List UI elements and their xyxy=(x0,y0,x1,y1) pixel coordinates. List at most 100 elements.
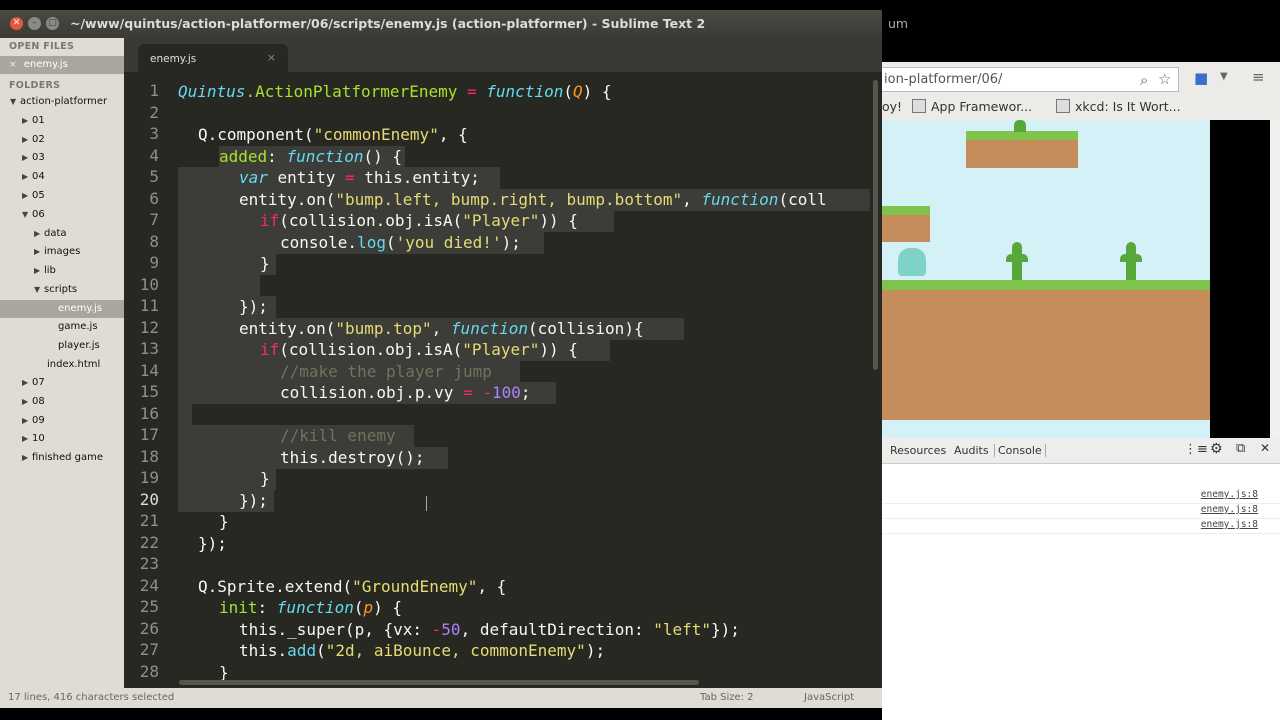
folder-label: lib xyxy=(44,265,56,276)
code-line-21: } xyxy=(219,512,229,531)
file-game-js[interactable]: game.js xyxy=(58,318,98,336)
token: (collision.obj.isA( xyxy=(279,340,463,359)
line-number: 15 xyxy=(139,382,159,401)
folder-data[interactable]: ▶ data xyxy=(34,225,67,243)
window-title: ~/www/quintus/action-platformer/06/scrip… xyxy=(70,16,706,31)
file-player-js[interactable]: player.js xyxy=(58,337,100,355)
search-icon[interactable]: ⌕ xyxy=(1140,69,1148,92)
file-index-html[interactable]: index.html xyxy=(47,356,100,374)
scrollbar-thumb[interactable] xyxy=(873,80,878,370)
folders-header: FOLDERS xyxy=(9,80,61,91)
folder-08[interactable]: ▶ 08 xyxy=(22,393,45,411)
token: "left" xyxy=(653,620,712,639)
line-number: 10 xyxy=(139,275,159,294)
minimize-window-button[interactable]: – xyxy=(28,17,41,30)
folder-label: 09 xyxy=(32,415,45,426)
source-link[interactable]: enemy.js:8 xyxy=(1201,504,1258,515)
line-number-gutter: 1 2 3 4 5 6 7 8 9 10 11 12 13 14 15 16 1… xyxy=(124,72,172,688)
token: "2d, aiBounce, commonEnemy" xyxy=(325,641,586,660)
tab-enemy-js[interactable]: enemy.js × xyxy=(138,44,288,72)
line-number-current: 20 xyxy=(139,490,159,509)
chevron-down-icon[interactable]: ▼ xyxy=(1220,71,1228,82)
token: = xyxy=(467,82,477,101)
chevron-right-icon: ▶ xyxy=(22,135,29,144)
star-icon[interactable]: ☆ xyxy=(1158,68,1171,91)
file-enemy-js[interactable]: enemy.js xyxy=(0,300,124,318)
folder-03[interactable]: ▶ 03 xyxy=(22,149,45,167)
token: , defaultDirection: xyxy=(460,620,654,639)
source-link[interactable]: enemy.js:8 xyxy=(1201,519,1258,530)
page-scrollbar[interactable] xyxy=(1270,120,1280,438)
menu-icon[interactable]: ≡ xyxy=(1252,68,1265,86)
folder-06[interactable]: ▼ 06 xyxy=(22,206,45,224)
token: .ActionPlatformerEnemy xyxy=(245,82,467,101)
syntax-setting[interactable]: JavaScript xyxy=(804,692,854,703)
folder-02[interactable]: ▶ 02 xyxy=(22,131,45,149)
code-line-17: //kill enemy xyxy=(280,426,396,445)
close-icon[interactable]: ✕ xyxy=(1260,441,1270,455)
scrollbar-thumb[interactable] xyxy=(179,680,699,685)
token: ) { xyxy=(582,82,612,101)
chevron-right-icon: ▶ xyxy=(22,397,29,406)
folder-images[interactable]: ▶ images xyxy=(34,243,80,261)
code-line-11: }); xyxy=(239,296,268,318)
folder-09[interactable]: ▶ 09 xyxy=(22,412,45,430)
line-number: 22 xyxy=(139,533,159,552)
maximize-window-button[interactable]: □ xyxy=(46,17,59,30)
token: var xyxy=(239,168,268,187)
token: "GroundEnemy" xyxy=(352,577,478,596)
code-line-12: entity.on("bump.top", function(collision… xyxy=(239,318,644,340)
vertical-scrollbar[interactable] xyxy=(872,72,880,688)
close-window-button[interactable]: ✕ xyxy=(10,17,23,30)
code-line-20: }); xyxy=(239,491,268,510)
address-bar[interactable]: ion-platformer/06/ ⌕ ☆ xyxy=(882,67,1179,92)
folder-07[interactable]: ▶ 07 xyxy=(22,374,45,392)
chevron-right-icon: ▶ xyxy=(22,434,29,443)
tab-bar: enemy.js × xyxy=(124,38,882,72)
folder-01[interactable]: ▶ 01 xyxy=(22,112,45,130)
bookmark-item[interactable]: xkcd: Is It Wort... xyxy=(1056,99,1181,114)
tab-resources[interactable]: Resources xyxy=(890,444,946,457)
status-bar: 17 lines, 416 characters selected Tab Si… xyxy=(0,688,882,708)
code-editor[interactable]: 1 2 3 4 5 6 7 8 9 10 11 12 13 14 15 16 1… xyxy=(124,72,870,688)
close-icon[interactable]: × xyxy=(267,51,276,64)
enemy-sprite xyxy=(898,248,926,276)
token: : xyxy=(267,147,287,166)
token: "bump.left, bump.right, bump.bottom" xyxy=(335,190,683,209)
console-drawer-icon[interactable]: ⋮≡ xyxy=(1184,442,1208,457)
line-number: 13 xyxy=(139,339,159,358)
folder-scripts[interactable]: ▼ scripts xyxy=(34,281,77,299)
code-area[interactable]: Quintus.ActionPlatformerEnemy = function… xyxy=(178,72,870,688)
extension-icon[interactable]: ■ xyxy=(1194,69,1208,87)
tab-audits[interactable]: Audits xyxy=(954,444,989,457)
chevron-down-icon: ▼ xyxy=(22,210,29,219)
gear-icon[interactable]: ⚙ xyxy=(1210,441,1223,457)
dock-icon[interactable]: ⧉ xyxy=(1236,441,1245,456)
file-label: index.html xyxy=(47,359,101,370)
token: p xyxy=(363,598,374,617)
open-file-label: enemy.js xyxy=(23,59,68,70)
tab-size-setting[interactable]: Tab Size: 2 xyxy=(700,692,754,703)
folder-finished-game[interactable]: ▶ finished game xyxy=(22,449,103,467)
bookmark-item[interactable]: oy! xyxy=(882,99,902,114)
token: ) { xyxy=(373,598,403,617)
token: ; xyxy=(520,383,531,402)
game-canvas[interactable] xyxy=(882,120,1210,438)
bookmark-item[interactable]: App Framewor... xyxy=(912,99,1032,114)
folder-10[interactable]: ▶ 10 xyxy=(22,430,45,448)
folder-lib[interactable]: ▶ lib xyxy=(34,262,56,280)
text-cursor xyxy=(426,496,427,511)
folder-04[interactable]: ▶ 04 xyxy=(22,168,45,186)
folder-action-platformer[interactable]: ▼ action-platformer xyxy=(10,93,107,111)
source-link[interactable]: enemy.js:8 xyxy=(1201,489,1258,500)
folder-05[interactable]: ▶ 05 xyxy=(22,187,45,205)
open-file-item[interactable]: × enemy.js xyxy=(0,56,124,74)
horizontal-scrollbar[interactable] xyxy=(124,678,872,686)
line-number: 7 xyxy=(149,210,159,229)
tab-label: enemy.js xyxy=(150,53,197,65)
close-icon[interactable]: × xyxy=(9,60,17,70)
tab-console[interactable]: Console xyxy=(994,444,1046,457)
code-line-13: if(collision.obj.isA("Player")) { xyxy=(260,339,578,361)
cactus-arms xyxy=(1120,254,1142,262)
file-label: enemy.js xyxy=(58,303,103,314)
